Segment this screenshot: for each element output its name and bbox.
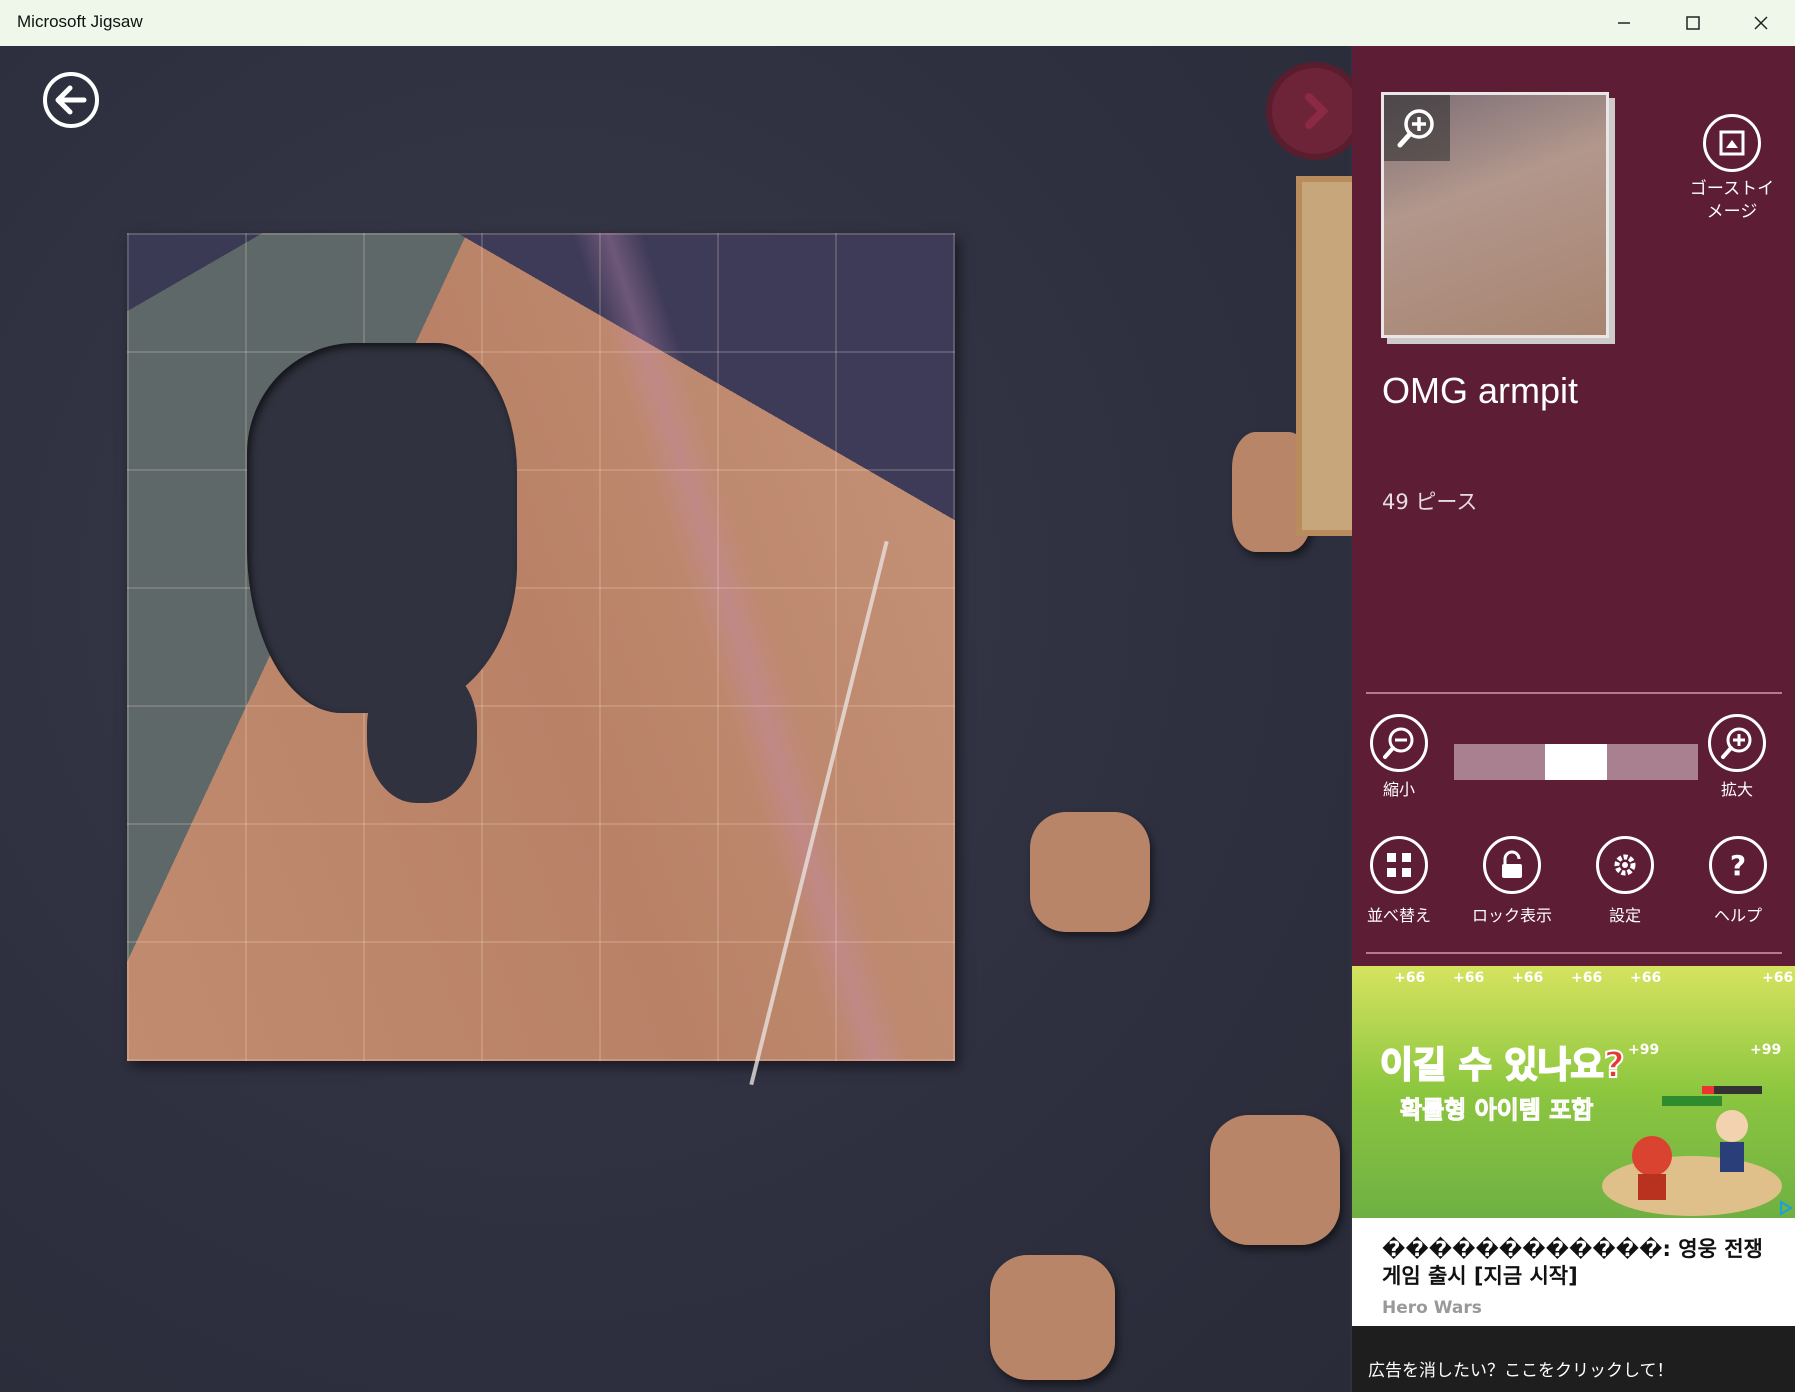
piece-tray[interactable] — [1296, 176, 1352, 536]
zoom-controls: 縮小 拡大 — [1352, 714, 1795, 804]
loose-puzzle-piece[interactable] — [990, 1255, 1115, 1380]
zoom-in-icon — [1721, 727, 1752, 759]
advertisement[interactable]: +66 +66 +66 +66 +66 +66 +99 +99 이길 수 있나요… — [1352, 966, 1795, 1326]
remove-ads-bar[interactable]: 広告を消したい？ここをクリックして！ — [1352, 1326, 1795, 1392]
ad-subheadline: 확률형 아이템 포함 — [1399, 1096, 1594, 1125]
zoom-out-circle — [1370, 714, 1428, 772]
lock-circle — [1483, 836, 1541, 894]
help-circle: ? — [1709, 836, 1767, 894]
thumbnail-zoom-button[interactable] — [1384, 95, 1450, 161]
loose-puzzle-piece[interactable] — [1030, 812, 1150, 932]
puzzle-name: OMG armpit — [1382, 370, 1579, 411]
ad-headline: 이길 수 있나요? — [1379, 1044, 1626, 1087]
ad-stat: +66 — [1512, 970, 1544, 986]
svg-text:?: ? — [1730, 849, 1746, 881]
ad-stat: +99 — [1628, 1042, 1660, 1058]
zoom-in-icon — [1397, 109, 1434, 148]
puzzle-board[interactable] — [127, 233, 955, 1086]
ad-stat: +66 — [1762, 970, 1794, 986]
gear-icon — [1614, 854, 1636, 876]
panel-divider — [1366, 952, 1782, 954]
minimize-icon — [1618, 22, 1630, 24]
back-button[interactable] — [43, 72, 99, 128]
zoom-slider[interactable] — [1454, 744, 1698, 780]
ad-banner[interactable]: +66 +66 +66 +66 +66 +66 +99 +99 이길 수 있나요… — [1352, 966, 1795, 1218]
puzzle-piece-grid — [127, 233, 955, 1061]
settings-circle — [1596, 836, 1654, 894]
puzzle-thumbnail[interactable] — [1381, 92, 1609, 338]
lock-button[interactable]: ロック表示 — [1457, 836, 1567, 926]
ad-description[interactable]: ������������: 영웅 전쟁 게임 출시 [지금 시작] — [1382, 1236, 1772, 1290]
window-title: Microsoft Jigsaw — [17, 12, 143, 31]
arrange-icon — [1387, 853, 1411, 877]
loose-puzzle-piece[interactable] — [1210, 1115, 1340, 1245]
maximize-button[interactable] — [1659, 0, 1727, 46]
help-label: ヘルプ — [1713, 906, 1762, 925]
zoom-slider-thumb[interactable] — [1545, 744, 1607, 780]
help-button[interactable]: ? ヘルプ — [1683, 836, 1793, 926]
back-arrow-icon — [55, 85, 87, 115]
side-panel: ゴーストイメージ OMG armpit 49 ピース 縮小 拡大 並べ替え ロッ… — [1352, 46, 1795, 966]
ad-stat: +66 — [1453, 970, 1485, 986]
zoom-in-label: 拡大 — [1720, 780, 1753, 799]
remove-ads-link[interactable]: 広告を消したい？ここをクリックして！ — [1368, 1356, 1674, 1381]
close-icon — [1754, 16, 1768, 30]
zoom-out-label: 縮小 — [1382, 780, 1415, 799]
zoom-in-circle — [1708, 714, 1766, 772]
zoom-out-icon — [1383, 727, 1414, 759]
minimize-button[interactable] — [1590, 0, 1658, 46]
ghost-image-icon — [1719, 130, 1745, 156]
panel-divider — [1366, 692, 1782, 694]
title-bar: Microsoft Jigsaw — [0, 0, 1795, 46]
maximize-icon — [1686, 16, 1700, 30]
ghost-image-circle — [1703, 114, 1761, 172]
ad-stat: +99 — [1750, 1042, 1782, 1058]
missing-pieces-area — [247, 343, 517, 713]
close-button[interactable] — [1727, 0, 1795, 46]
lock-icon — [1502, 850, 1522, 878]
lock-label: ロック表示 — [1471, 906, 1552, 925]
ghost-image-label: ゴーストイメージ — [1689, 179, 1775, 222]
ad-stat: +66 — [1571, 970, 1603, 986]
collapse-panel-button[interactable] — [1272, 68, 1358, 154]
zoom-in-button[interactable]: 拡大 — [1692, 714, 1782, 800]
missing-piece-slot — [367, 663, 477, 803]
zoom-out-button[interactable]: 縮小 — [1354, 714, 1444, 800]
settings-label: 設定 — [1608, 906, 1641, 925]
settings-button[interactable]: 設定 — [1570, 836, 1680, 926]
ad-stat: +66 — [1630, 970, 1662, 986]
ad-game-art — [1602, 1086, 1782, 1216]
ad-source: Hero Wars — [1382, 1298, 1482, 1318]
arrange-button[interactable]: 並べ替え — [1344, 836, 1454, 926]
help-icon: ? — [1730, 849, 1746, 881]
ghost-image-button[interactable]: ゴーストイメージ — [1682, 114, 1782, 224]
ad-choices-icon[interactable] — [1778, 1200, 1794, 1216]
ad-stat: +66 — [1394, 970, 1426, 986]
arrange-label: 並べ替え — [1366, 906, 1431, 925]
arrange-circle — [1370, 836, 1428, 894]
chevron-right-icon — [1305, 93, 1329, 129]
piece-count: 49 ピース — [1382, 490, 1478, 514]
